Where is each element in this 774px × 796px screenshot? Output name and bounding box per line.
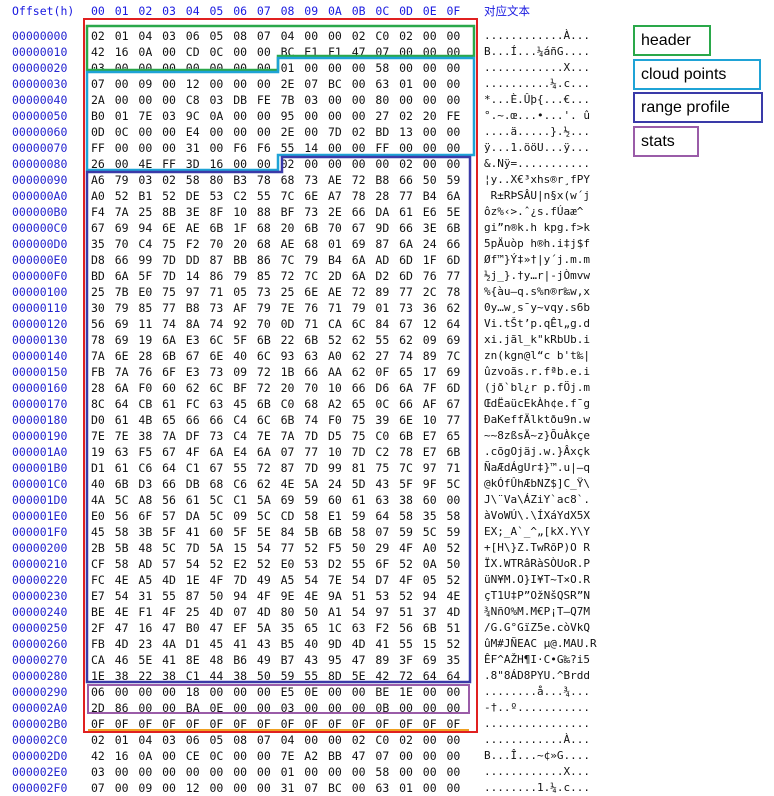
hex-editor-view: Offset(h) 00 01 02 03 04 05 06 07 08 09 0A 0B 0C 0D 0E…: [0, 0, 774, 795]
legend-item-stats: stats: [633, 126, 699, 157]
legend-item-header: header: [633, 25, 711, 56]
separator-underline: [88, 729, 469, 731]
legend-item-range-profile: range profile: [633, 92, 763, 123]
legend-item-cloud-points: cloud points: [633, 59, 761, 90]
